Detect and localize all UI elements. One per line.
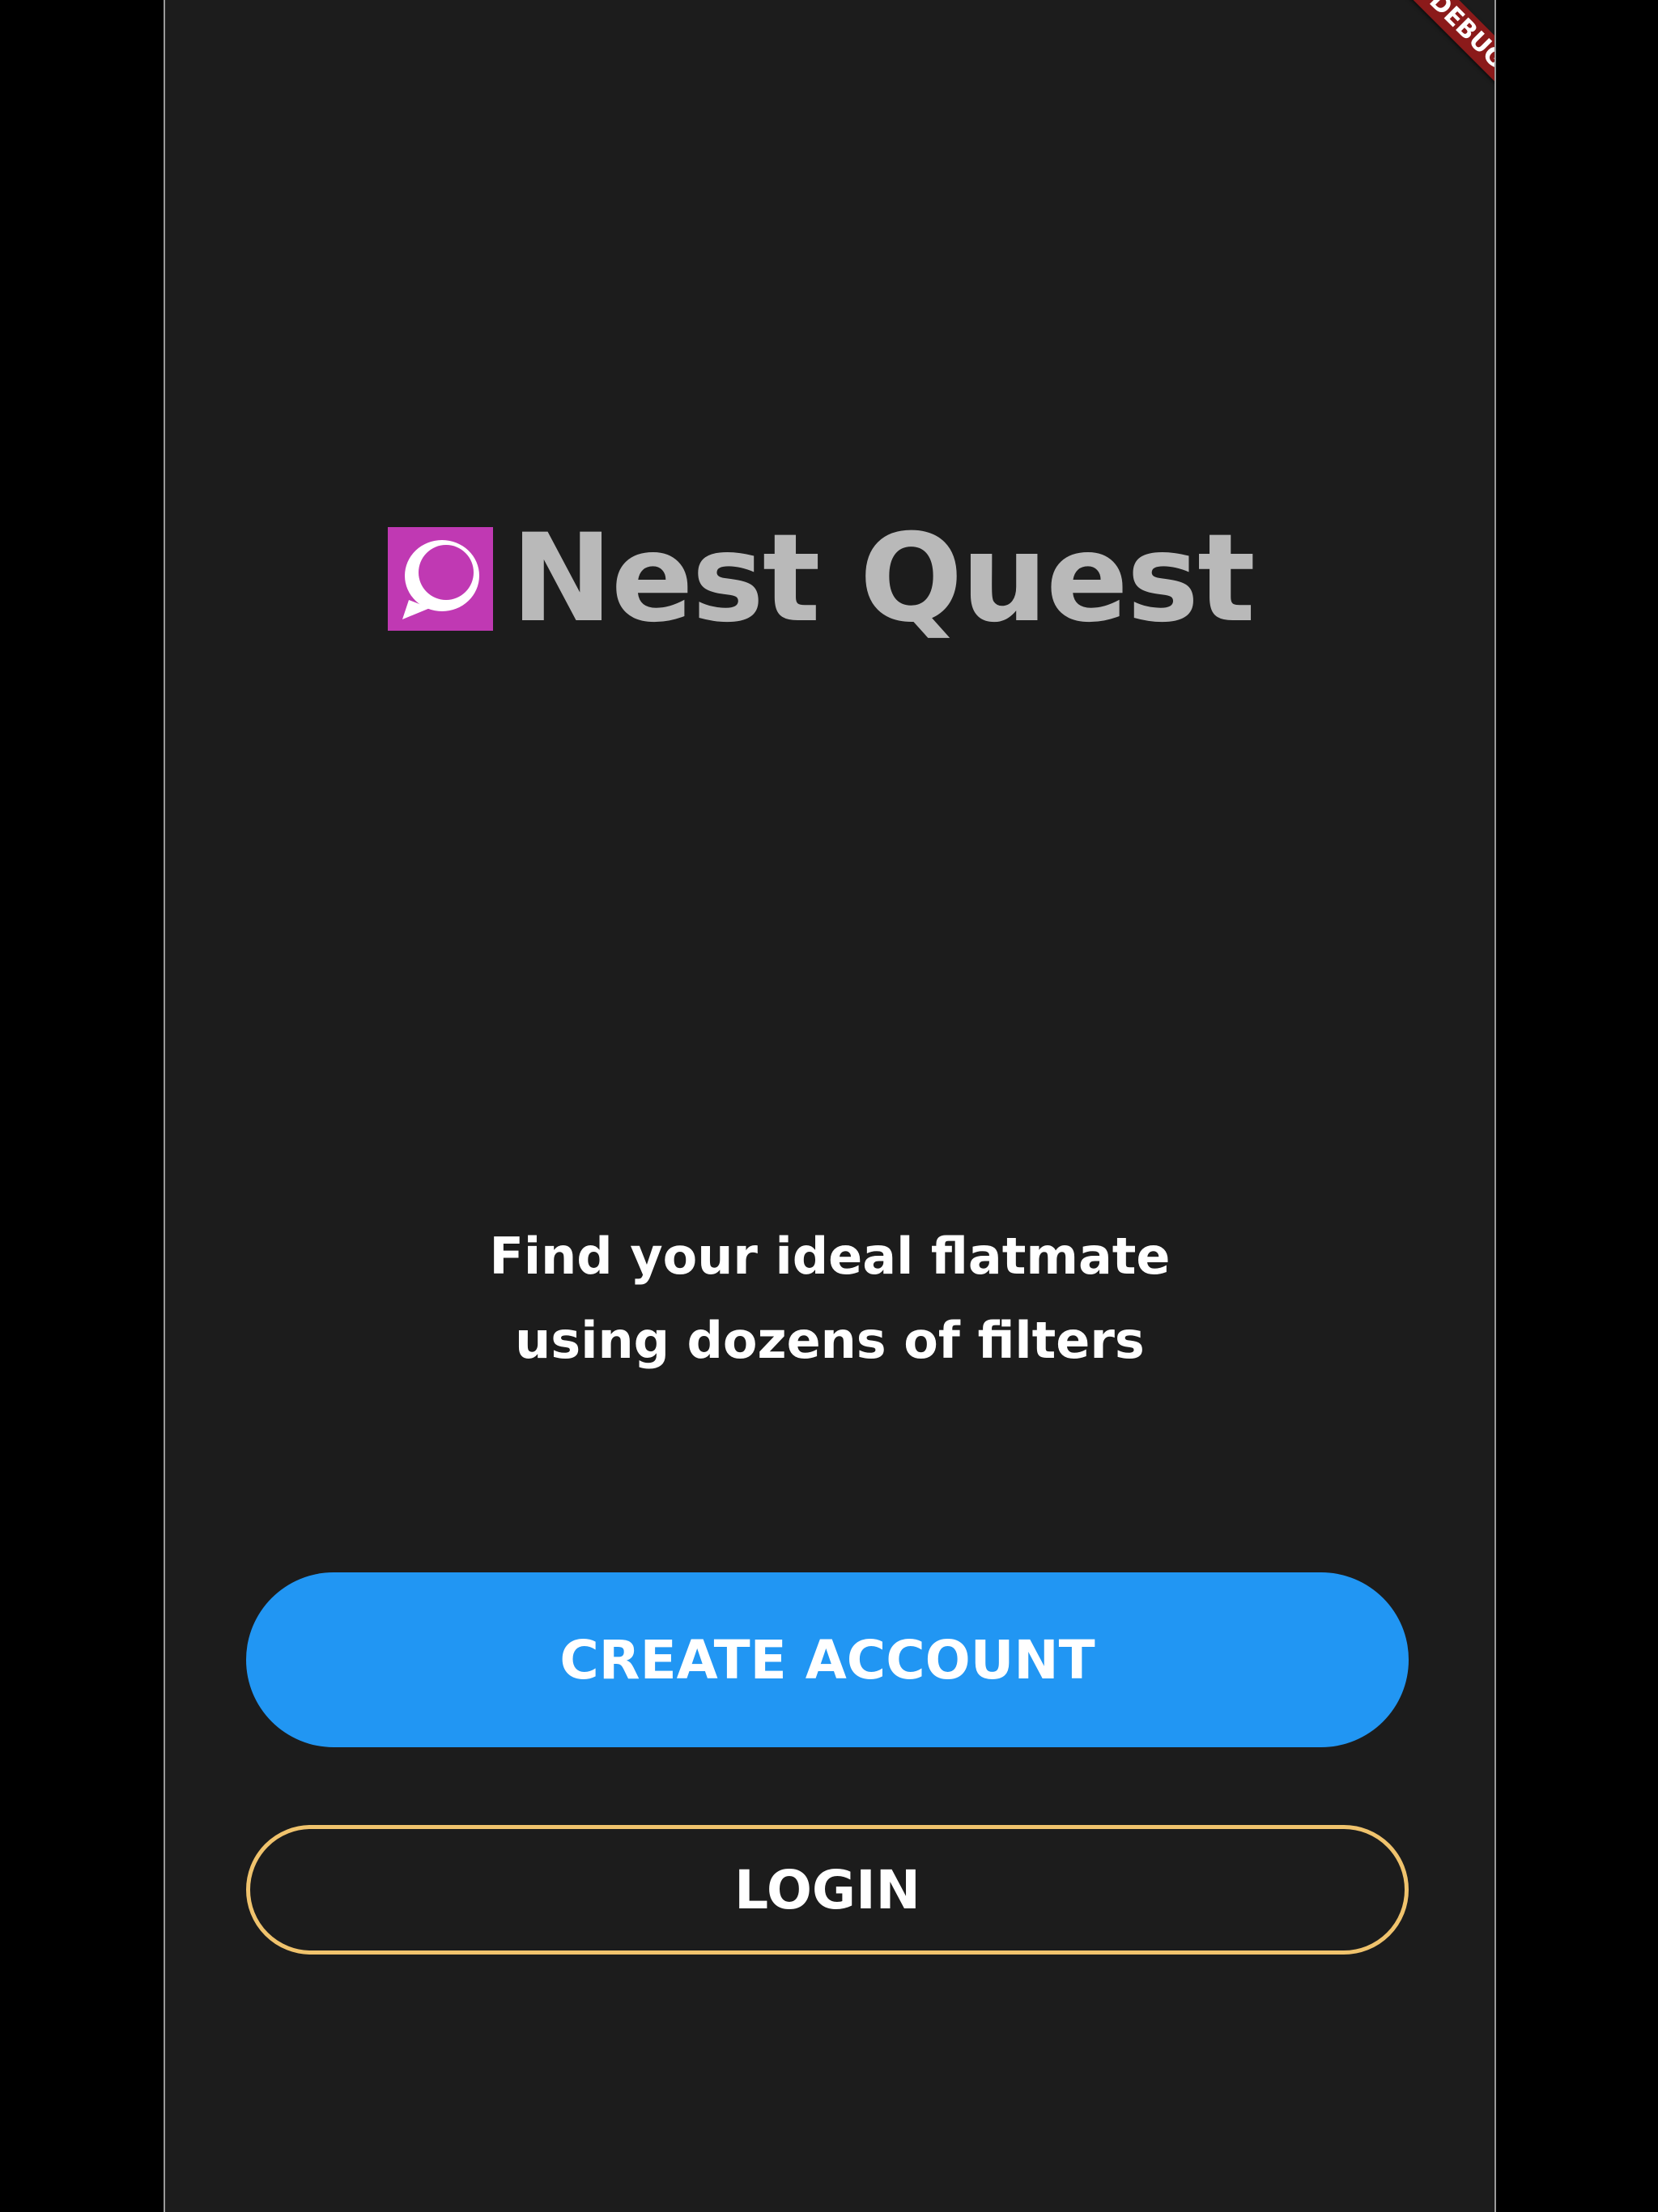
debug-banner: DEBUG [1380,0,1494,117]
speech-bubble-icon [388,527,494,631]
create-account-label: CREATE ACCOUNT [559,1628,1095,1691]
app-screen: DEBUG Nest Quest Find your ideal flatmat… [164,0,1496,2212]
login-label: LOGIN [734,1858,920,1921]
tagline: Find your ideal flatmate using dozens of… [165,1214,1494,1383]
app-logo: Nest Quest [165,518,1494,640]
login-button[interactable]: LOGIN [246,1825,1409,1955]
tagline-line-1: Find your ideal flatmate [489,1227,1171,1286]
tagline-line-2: using dozens of filters [515,1311,1145,1370]
app-title: Nest Quest [511,508,1255,649]
create-account-button[interactable]: CREATE ACCOUNT [246,1572,1409,1747]
